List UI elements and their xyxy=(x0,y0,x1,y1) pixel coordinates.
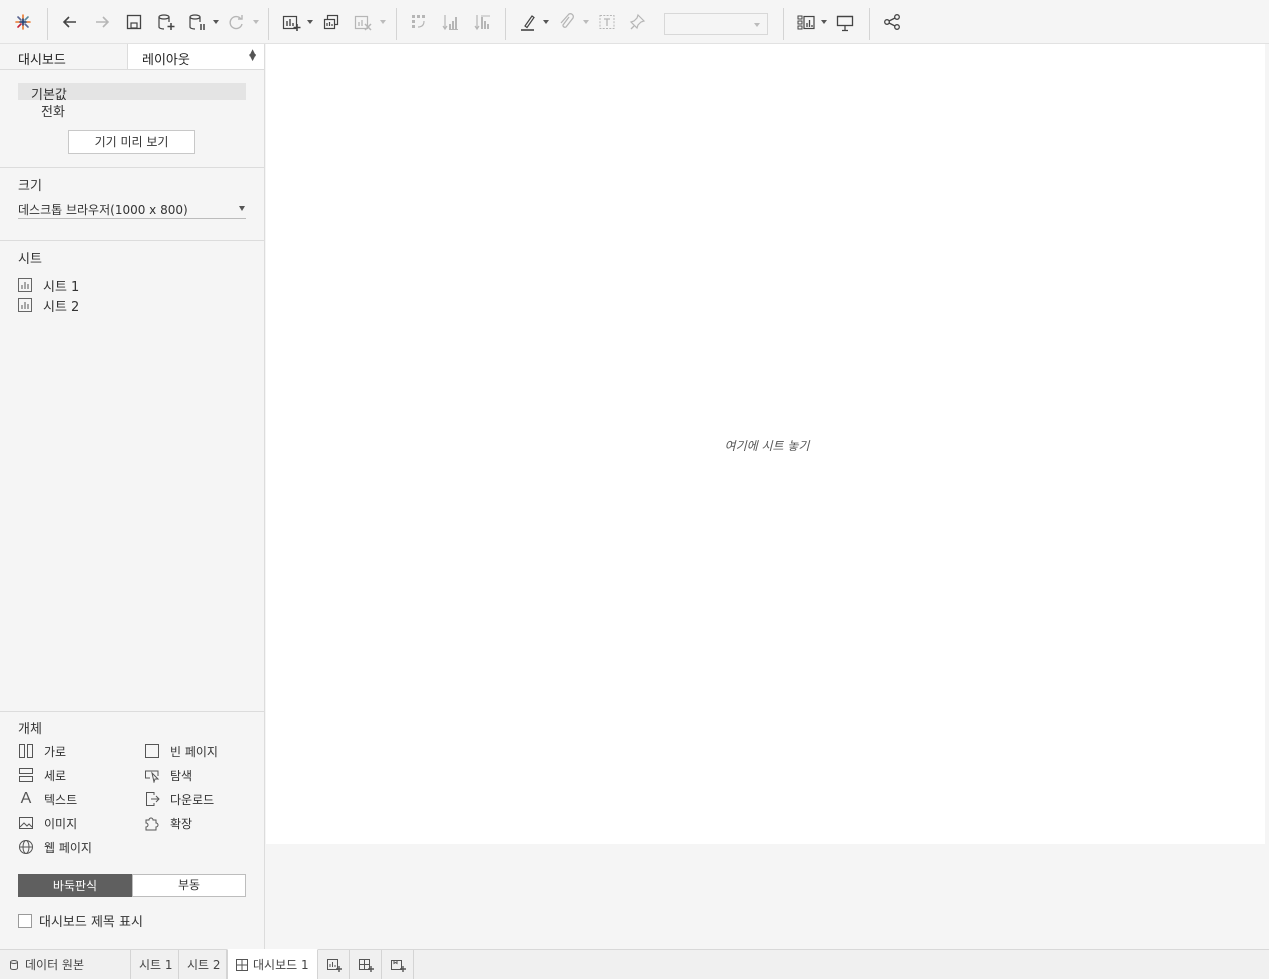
puzzle-icon xyxy=(144,815,160,831)
object-extension[interactable]: 확장 xyxy=(144,814,192,832)
share-icon[interactable] xyxy=(881,11,903,33)
tab-label: 시트 1 xyxy=(139,958,173,972)
sort-ascending-icon[interactable] xyxy=(440,11,462,33)
pause-data-icon[interactable] xyxy=(186,11,208,33)
undo-icon[interactable] xyxy=(59,11,81,33)
dashboard-canvas[interactable]: 여기에 시트 놓기 xyxy=(266,44,1265,844)
object-label: 텍스트 xyxy=(44,792,78,807)
object-blank[interactable]: 빈 페이지 xyxy=(144,742,218,760)
image-icon xyxy=(18,815,34,831)
text-icon: A xyxy=(20,790,32,807)
new-worksheet-icon[interactable] xyxy=(280,11,302,33)
divider xyxy=(0,167,264,168)
show-mark-labels-icon[interactable] xyxy=(596,11,618,33)
object-label: 다운로드 xyxy=(170,792,215,807)
swap-rows-columns-icon[interactable] xyxy=(408,11,430,33)
object-label: 가로 xyxy=(44,744,67,759)
fix-axes-pin-icon[interactable] xyxy=(627,11,649,33)
fit-select[interactable] xyxy=(664,13,768,35)
objects-section-title: 개체 xyxy=(18,722,42,737)
device-preview-button[interactable]: 기기 미리 보기 xyxy=(68,130,195,154)
tableau-logo-icon[interactable] xyxy=(12,11,34,33)
divider xyxy=(0,240,264,241)
object-download[interactable]: 다운로드 xyxy=(144,790,214,808)
sheet-item-2[interactable]: 시트 2 xyxy=(18,296,80,315)
object-label: 확장 xyxy=(170,816,193,831)
sheet-tab-bar: 데이터 원본 시트 1 시트 2 대시보드 1 xyxy=(0,949,1269,979)
object-vertical[interactable]: 세로 xyxy=(18,766,66,784)
tab-label: 데이터 원본 xyxy=(25,958,85,972)
object-label: 웹 페이지 xyxy=(44,840,92,855)
dashboard-pane: 대시보드 레이아웃 ▲ ▼ 기본값 전화 기기 미리 보기 크기 데스크톱 브라우… xyxy=(0,44,265,950)
sheet-item-label: 시트 2 xyxy=(43,299,80,315)
refresh-icon[interactable] xyxy=(225,11,247,33)
worksheet-icon xyxy=(18,278,32,292)
show-dashboard-title[interactable]: 대시보드 제목 표시 xyxy=(18,911,143,930)
tab-sheet-1[interactable]: 시트 1 xyxy=(131,950,179,979)
tab-sheet-2[interactable]: 시트 2 xyxy=(179,950,227,979)
sheets-section-title: 시트 xyxy=(18,252,42,267)
navigation-icon xyxy=(144,767,160,783)
database-icon xyxy=(10,959,18,970)
sort-descending-icon[interactable] xyxy=(472,11,494,33)
tab-dashboard[interactable]: 대시보드 xyxy=(0,44,128,70)
tab-layout-label: 레이아웃 xyxy=(142,53,190,68)
size-section-title: 크기 xyxy=(18,179,42,194)
size-select[interactable]: 데스크톱 브라우저(1000 x 800) xyxy=(18,199,246,219)
object-navigation[interactable]: 탐색 xyxy=(144,766,192,784)
clear-sheet-icon[interactable] xyxy=(352,11,374,33)
sheet-item-label: 시트 1 xyxy=(43,279,80,295)
object-label: 세로 xyxy=(44,768,67,783)
tab-dashboard-1[interactable]: 대시보드 1 xyxy=(227,949,318,979)
object-text[interactable]: A 텍스트 xyxy=(18,790,77,808)
highlight-icon[interactable] xyxy=(517,11,539,33)
object-label: 이미지 xyxy=(44,816,78,831)
show-dashboard-title-label: 대시보드 제목 표시 xyxy=(39,915,143,930)
vertical-container-icon xyxy=(18,767,34,783)
checkbox[interactable] xyxy=(18,913,32,928)
tab-layout[interactable]: 레이아웃 ▲ ▼ xyxy=(127,44,264,70)
object-horizontal[interactable]: 가로 xyxy=(18,742,66,760)
duplicate-sheet-icon[interactable] xyxy=(320,11,342,33)
toolbar xyxy=(0,0,1269,44)
updown-arrow-icon: ▲ ▼ xyxy=(249,48,256,63)
show-cards-icon[interactable] xyxy=(795,11,817,33)
object-label: 빈 페이지 xyxy=(170,744,218,759)
save-icon[interactable] xyxy=(123,11,145,33)
redo-icon[interactable] xyxy=(91,11,113,33)
tab-data-source[interactable]: 데이터 원본 xyxy=(0,950,131,979)
download-icon xyxy=(144,791,160,807)
tiled-button[interactable]: 바둑판식 xyxy=(18,874,132,897)
new-data-source-icon[interactable] xyxy=(155,11,177,33)
pane-tabs: 대시보드 레이아웃 ▲ ▼ xyxy=(0,44,264,70)
divider xyxy=(0,711,264,712)
device-phone[interactable]: 전화 xyxy=(41,101,65,120)
new-dashboard-icon[interactable] xyxy=(350,950,382,979)
tab-label: 시트 2 xyxy=(187,958,221,972)
tab-label: 대시보드 1 xyxy=(253,958,309,972)
presentation-mode-icon[interactable] xyxy=(834,11,856,33)
floating-button[interactable]: 부동 xyxy=(132,874,246,897)
object-image[interactable]: 이미지 xyxy=(18,814,77,832)
new-worksheet-icon[interactable] xyxy=(318,950,350,979)
sheet-item-1[interactable]: 시트 1 xyxy=(18,276,80,295)
globe-icon xyxy=(18,839,34,855)
dashboard-icon xyxy=(236,958,248,971)
blank-icon xyxy=(144,743,160,759)
group-members-icon[interactable] xyxy=(555,11,577,33)
device-default[interactable]: 기본값 xyxy=(18,83,246,103)
worksheet-icon xyxy=(18,298,32,312)
new-story-icon[interactable] xyxy=(382,950,414,979)
object-label: 탐색 xyxy=(170,768,193,783)
horizontal-container-icon xyxy=(18,743,34,759)
object-web-page[interactable]: 웹 페이지 xyxy=(18,838,92,856)
drop-sheets-hint: 여기에 시트 놓기 xyxy=(724,439,810,453)
